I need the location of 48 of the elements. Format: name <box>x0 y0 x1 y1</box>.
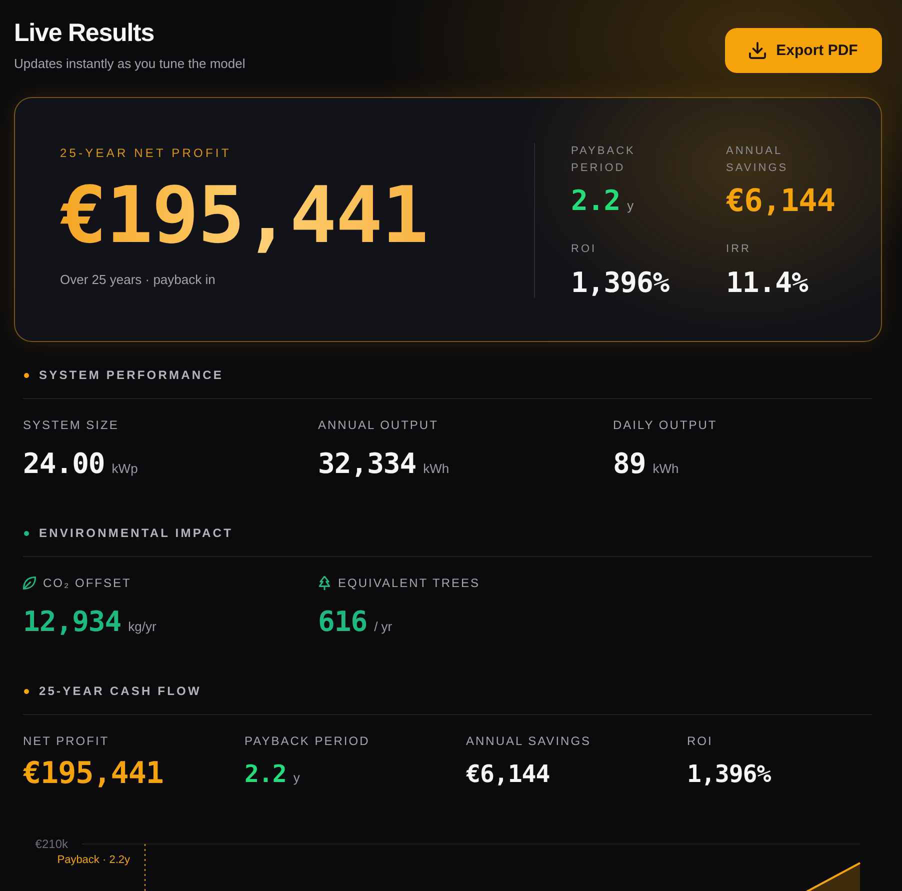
stat-label: PAYBACK PERIOD <box>571 144 636 176</box>
metric-value: €195,441 <box>23 757 164 791</box>
metric-value: 89 <box>613 447 646 481</box>
metric-value: 1,396% <box>687 759 771 790</box>
stat-label: IRR <box>726 242 752 257</box>
stat-label: ROI <box>571 242 598 257</box>
stat-label: ANNUAL SAVINGS <box>726 144 790 176</box>
unit-label: kWh <box>423 461 450 476</box>
metric-value: 616 <box>318 605 368 639</box>
leaf-icon <box>23 576 36 590</box>
metric-label: NET PROFIT <box>23 733 110 749</box>
section-heading: ENVIRONMENTAL IMPACT <box>39 525 233 541</box>
metric-value: €6,144 <box>466 759 550 790</box>
metric-label: DAILY OUTPUT <box>613 417 718 433</box>
unit-label: kWp <box>112 461 138 476</box>
stat-value: 11.4% <box>726 266 808 300</box>
metric-value: 32,334 <box>318 447 416 481</box>
hero-caption: Over 25 years · payback in <box>60 272 216 288</box>
tree-icon <box>318 576 331 590</box>
stat-value: €6,144 <box>726 184 835 218</box>
metric-label: ROI <box>687 733 714 749</box>
payback-label: Payback · 2.2y <box>57 854 130 866</box>
section-heading: 25-YEAR CASH FLOW <box>39 683 202 699</box>
metric-value: 2.2 <box>244 759 286 790</box>
stat-value: 1,396% <box>571 266 670 300</box>
metric-label: ANNUAL OUTPUT <box>318 417 440 433</box>
page-subtitle: Updates instantly as you tune the model <box>14 56 246 72</box>
metric-label: CO₂ OFFSET <box>43 575 132 591</box>
unit-label: y <box>627 198 634 213</box>
metric-value: 12,934 <box>23 605 122 639</box>
export-pdf-button[interactable]: Export PDF <box>725 28 882 73</box>
stat-value: 2.2 <box>571 184 620 218</box>
payback-marker-line <box>144 844 146 891</box>
unit-label: / yr <box>374 619 392 634</box>
page-title: Live Results <box>14 18 156 48</box>
axis-tick-label: €210k <box>35 837 68 851</box>
download-icon <box>749 42 766 59</box>
unit-label: kWh <box>652 461 679 476</box>
metric-label: ANNUAL SAVINGS <box>466 733 592 749</box>
unit-label: y <box>293 770 300 785</box>
cash-flow-line <box>806 862 860 891</box>
unit-label: kg/yr <box>128 619 156 634</box>
metric-label: EQUIVALENT TREES <box>338 575 480 591</box>
metric-label: SYSTEM SIZE <box>23 417 120 433</box>
section-heading: SYSTEM PERFORMANCE <box>39 367 224 383</box>
hero-label: 25-YEAR NET PROFIT <box>60 146 232 160</box>
metric-label: PAYBACK PERIOD <box>244 733 371 749</box>
metric-value: 24.00 <box>23 447 105 481</box>
